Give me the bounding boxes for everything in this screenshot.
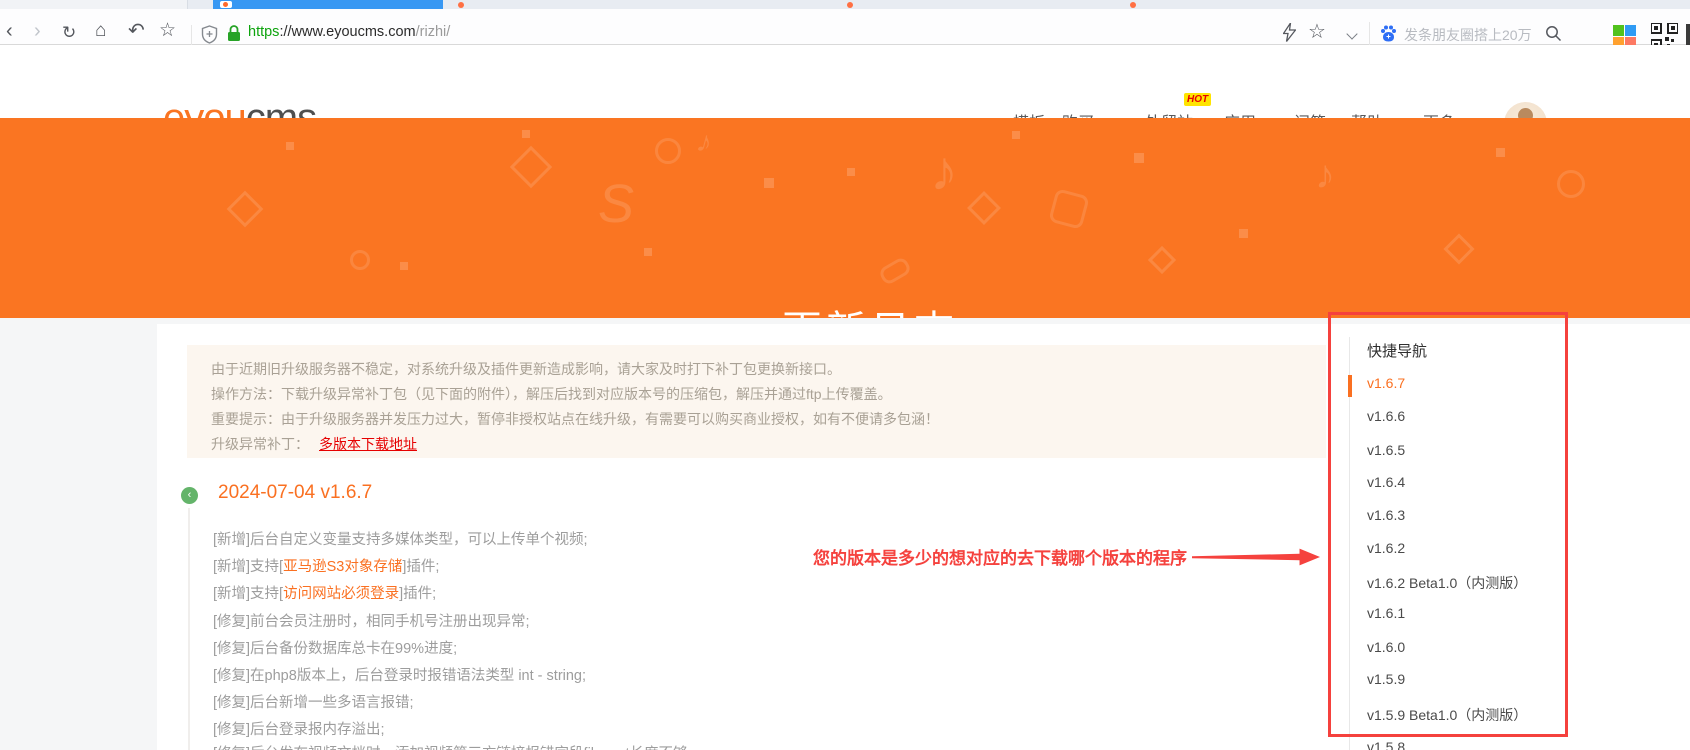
link-decoration-icon xyxy=(877,255,913,287)
tab-favicon-icon[interactable] xyxy=(847,2,853,8)
search-icon[interactable] xyxy=(1545,25,1562,42)
diamond-decoration-icon xyxy=(226,190,264,228)
home-icon[interactable]: ⌂ xyxy=(95,20,106,42)
square-decoration xyxy=(764,178,774,188)
square-decoration xyxy=(847,168,855,176)
changelog-item: [修复]前台会员注册时，相同手机号注册出现异常; xyxy=(213,614,530,630)
active-browser-tab[interactable] xyxy=(213,0,443,9)
notice-line: 操作方法：下载升级异常补丁包（见下面的附件），解压后找到对应版本号的压缩包，解压… xyxy=(211,386,892,402)
browser-tab[interactable] xyxy=(0,0,188,9)
square-decoration xyxy=(1239,229,1248,238)
address-bar[interactable]: https://www.eyoucms.com/rizhi/ xyxy=(248,24,450,40)
music-note-decoration-icon: ♪ xyxy=(1315,153,1335,197)
active-tab-favicon-icon xyxy=(220,1,232,8)
search-input[interactable]: 发条朋友圈搭上20万 xyxy=(1404,25,1532,45)
changelog-item: [新增]后台自定义变量支持多媒体类型，可以上传单个视频; xyxy=(213,532,588,548)
music-note-decoration-icon: ♪ xyxy=(693,124,717,161)
refresh-icon[interactable]: ↻ xyxy=(62,22,76,44)
square-decoration xyxy=(644,248,652,256)
baidu-paw-icon[interactable] xyxy=(1379,24,1398,43)
notice-line: 重要提示：由于升级服务器并发压力过大，暂停非授权站点在线升级，有需要可以购买商业… xyxy=(211,411,939,427)
url-host: ://www.eyoucms.com xyxy=(279,24,416,40)
multi-version-download-link[interactable]: 多版本下载地址 xyxy=(319,436,417,452)
changelog-item: [修复]后台登录报内存溢出; xyxy=(213,722,385,738)
square-decoration xyxy=(400,262,408,270)
circle-decoration-icon xyxy=(655,138,681,164)
square-decoration xyxy=(1496,148,1505,157)
bookmark-star-icon[interactable]: ☆ xyxy=(159,20,176,42)
plugin-link: 亚马逊S3对象存储 xyxy=(283,559,403,575)
square-decoration xyxy=(1012,131,1020,139)
diamond-decoration-icon xyxy=(509,145,553,189)
changelog-item: [修复]在php8版本上，后台登录时报错语法类型 int - string; xyxy=(213,668,587,684)
patch-label: 升级异常补丁： xyxy=(211,436,309,452)
notice-box: 由于近期旧升级服务器不稳定，对系统升级及插件更新造成影响，请大家及时打下补丁包更… xyxy=(187,345,1326,458)
tab-favicon-icon[interactable] xyxy=(458,2,464,8)
undo-icon[interactable]: ↶ xyxy=(128,20,145,42)
tab-favicon-icon[interactable] xyxy=(1130,2,1136,8)
chevron-down-icon[interactable] xyxy=(1346,28,1358,40)
changelog-item: [修复]后台发布视频文档时，添加视频第三方链接报错字段file_ext长度不够; xyxy=(213,742,692,750)
tab-strip xyxy=(0,0,1690,9)
timeline-node-icon: ‹ xyxy=(181,487,198,504)
diamond-decoration-icon xyxy=(1147,245,1177,275)
page-banner: ♪ ♪ ♪ S 更新日志 xyxy=(0,118,1690,318)
sidebar-version-link[interactable]: v1.5.8 xyxy=(1367,739,1405,750)
music-note-decoration-icon: ♪ xyxy=(930,139,958,202)
diamond-decoration-icon xyxy=(1443,233,1475,265)
square-decoration xyxy=(522,130,530,138)
timeline-line xyxy=(188,508,190,750)
url-protocol: https xyxy=(248,24,280,40)
page-title: 更新日志 xyxy=(782,298,958,318)
circle-decoration-icon xyxy=(350,250,370,270)
notice-line: 升级异常补丁： 多版本下载地址 xyxy=(211,432,1326,457)
s-shape-decoration-icon: S xyxy=(598,174,635,234)
circle-decoration-icon xyxy=(1557,170,1585,198)
browser-window: ‹ › ↻ ⌂ ↶ ☆ https://www.eyoucms.com/rizh… xyxy=(0,0,1690,750)
annotation-rectangle xyxy=(1328,312,1568,737)
hot-badge: HOT xyxy=(1184,93,1212,106)
changelog-item: [修复]后台备份数据库总卡在99%进度; xyxy=(213,641,458,657)
plugin-link: 访问网站必须登录 xyxy=(283,586,400,602)
changelog-item: [新增]支持[访问网站必须登录]插件; xyxy=(213,586,437,602)
url-path: /rizhi/ xyxy=(415,24,451,40)
favorite-star-icon[interactable]: ☆ xyxy=(1308,21,1326,43)
box-decoration-icon xyxy=(1048,188,1090,230)
site-header: eyoucms 模板 购买 外贸站 HOT 应用 问答 帮助 更多 xyxy=(0,45,1690,148)
site-info-shield-icon[interactable] xyxy=(201,25,218,44)
toolbar-divider xyxy=(191,25,192,45)
square-decoration xyxy=(1134,153,1144,163)
changelog-item: [新增]支持[亚马逊S3对象存储]插件; xyxy=(213,559,440,575)
lightning-icon[interactable] xyxy=(1283,23,1296,42)
diamond-decoration-icon xyxy=(967,191,1001,225)
forward-icon[interactable]: › xyxy=(34,20,41,42)
notice-line: 由于近期旧升级服务器不稳定，对系统升级及插件更新造成影响，请大家及时打下补丁包更… xyxy=(211,361,841,377)
browser-toolbar: ‹ › ↻ ⌂ ↶ ☆ https://www.eyoucms.com/rizh… xyxy=(0,9,1690,50)
changelog-item: [修复]后台新增一些多语言报错; xyxy=(213,695,414,711)
version-heading: 2024-07-04 v1.6.7 xyxy=(218,482,373,503)
annotation-text: 您的版本是多少的想对应的去下载哪个版本的程序 xyxy=(813,549,1187,568)
https-lock-icon[interactable] xyxy=(227,25,241,42)
square-decoration xyxy=(286,142,294,150)
toolbar-divider xyxy=(1369,22,1370,46)
back-icon[interactable]: ‹ xyxy=(6,20,13,42)
